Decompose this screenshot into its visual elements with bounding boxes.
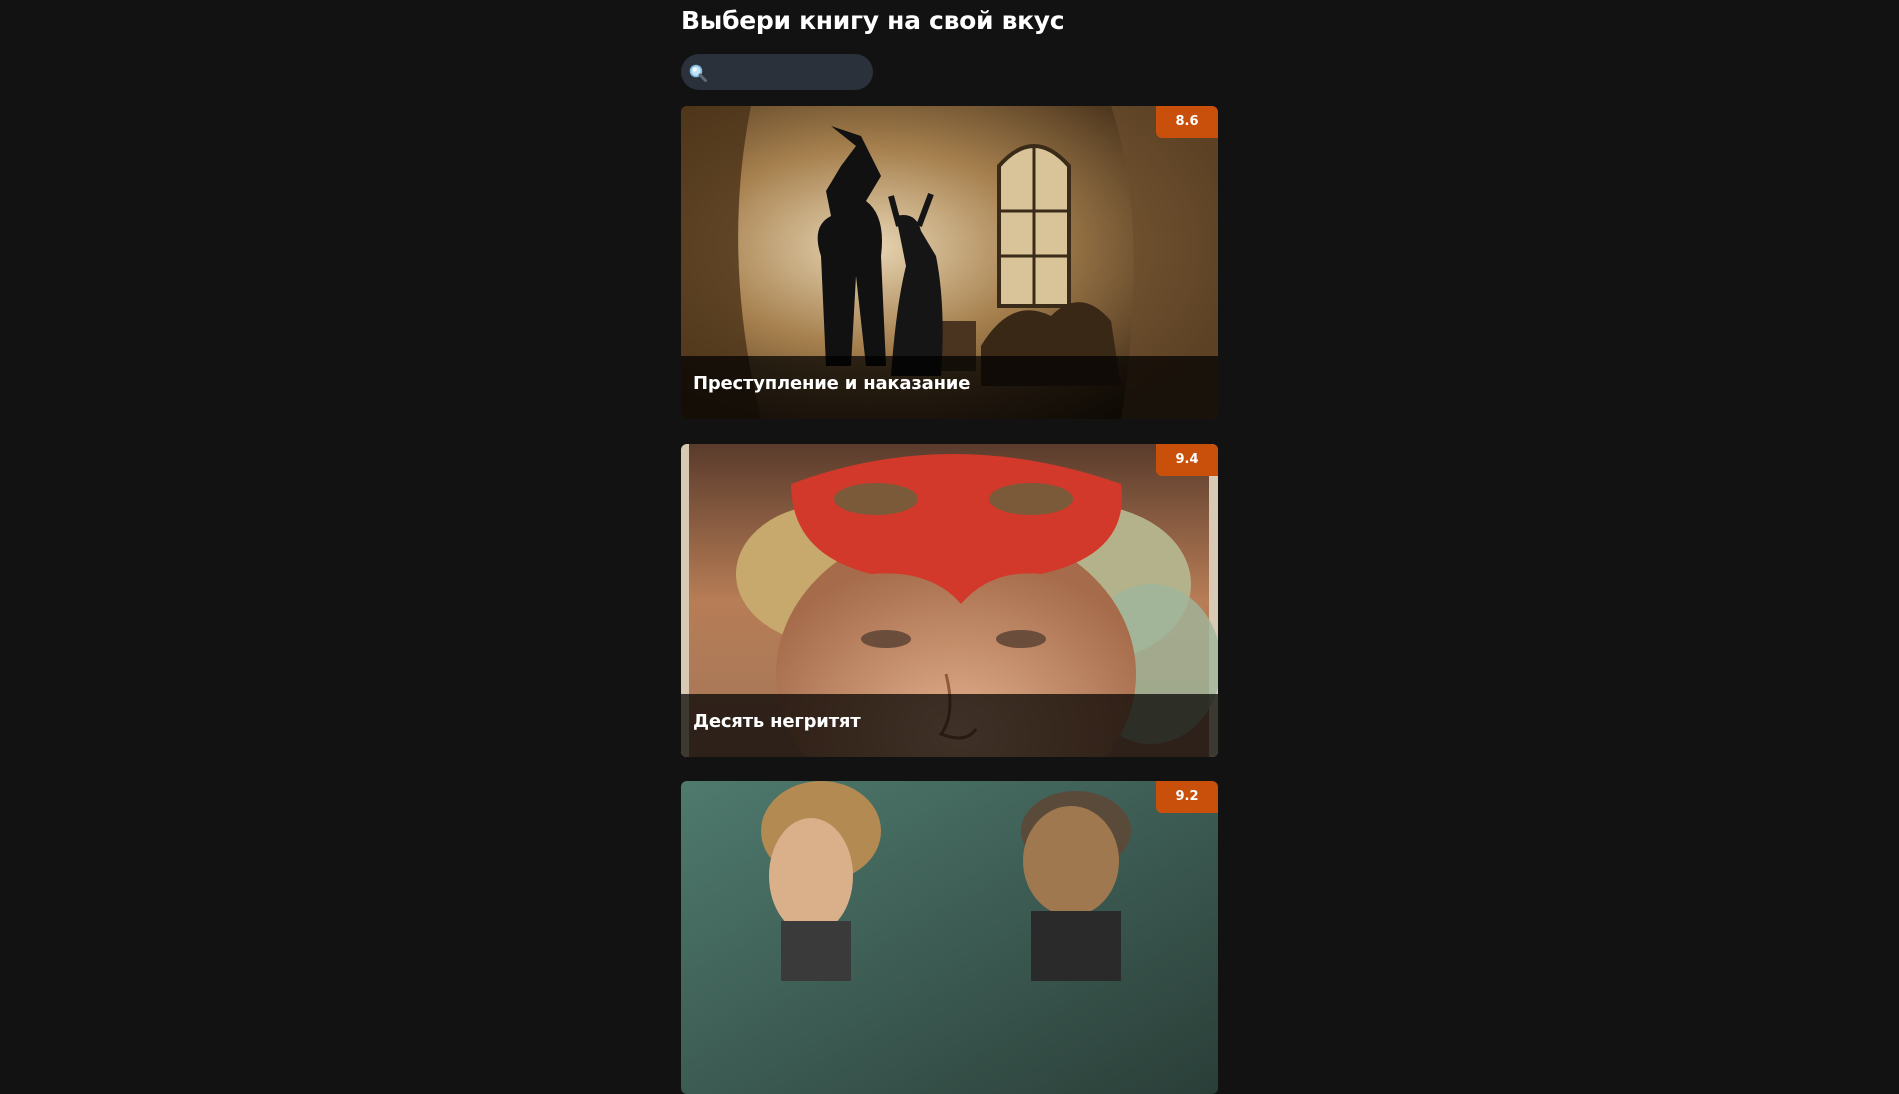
rating-badge: 8.6	[1156, 106, 1218, 138]
page-title: Выбери книгу на свой вкус	[681, 6, 1065, 35]
rating-badge: 9.4	[1156, 444, 1218, 476]
main-container: Выбери книгу на свой вкус 8.6 Преступлен…	[681, 0, 1218, 1094]
title-overlay: Десять негритят	[681, 694, 1218, 757]
search-box[interactable]	[681, 54, 873, 90]
book-card[interactable]: 9.4 Десять негритят	[681, 444, 1218, 757]
search-input[interactable]	[713, 54, 867, 90]
book-title: Десять негритят	[693, 711, 861, 732]
book-title: Преступление и наказание	[693, 373, 971, 394]
search-icon	[689, 64, 707, 82]
title-overlay: Преступление и наказание	[681, 356, 1218, 419]
rating-badge: 9.2	[1156, 781, 1218, 813]
book-card[interactable]: 9.2	[681, 781, 1218, 1094]
book-card[interactable]: 8.6 Преступление и наказание	[681, 106, 1218, 419]
book-cover-image	[681, 781, 1218, 1094]
